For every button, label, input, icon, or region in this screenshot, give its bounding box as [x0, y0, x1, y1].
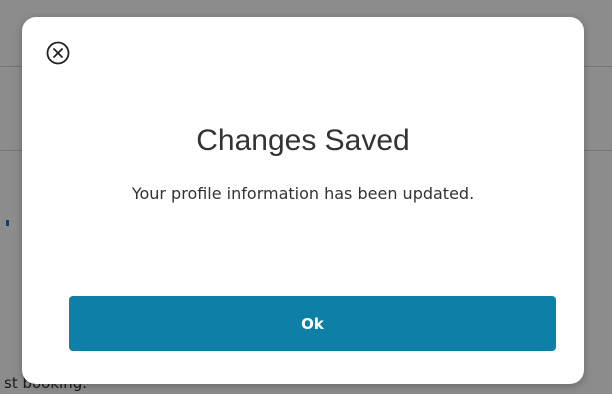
- dialog-message: Your profile information has been update…: [131, 184, 475, 203]
- dialog-title: Changes Saved: [196, 124, 410, 157]
- ok-button[interactable]: Ok: [69, 296, 556, 351]
- close-button[interactable]: [46, 41, 70, 65]
- changes-saved-dialog: Changes Saved Your profile information h…: [22, 17, 584, 384]
- close-circle-icon: [46, 41, 70, 65]
